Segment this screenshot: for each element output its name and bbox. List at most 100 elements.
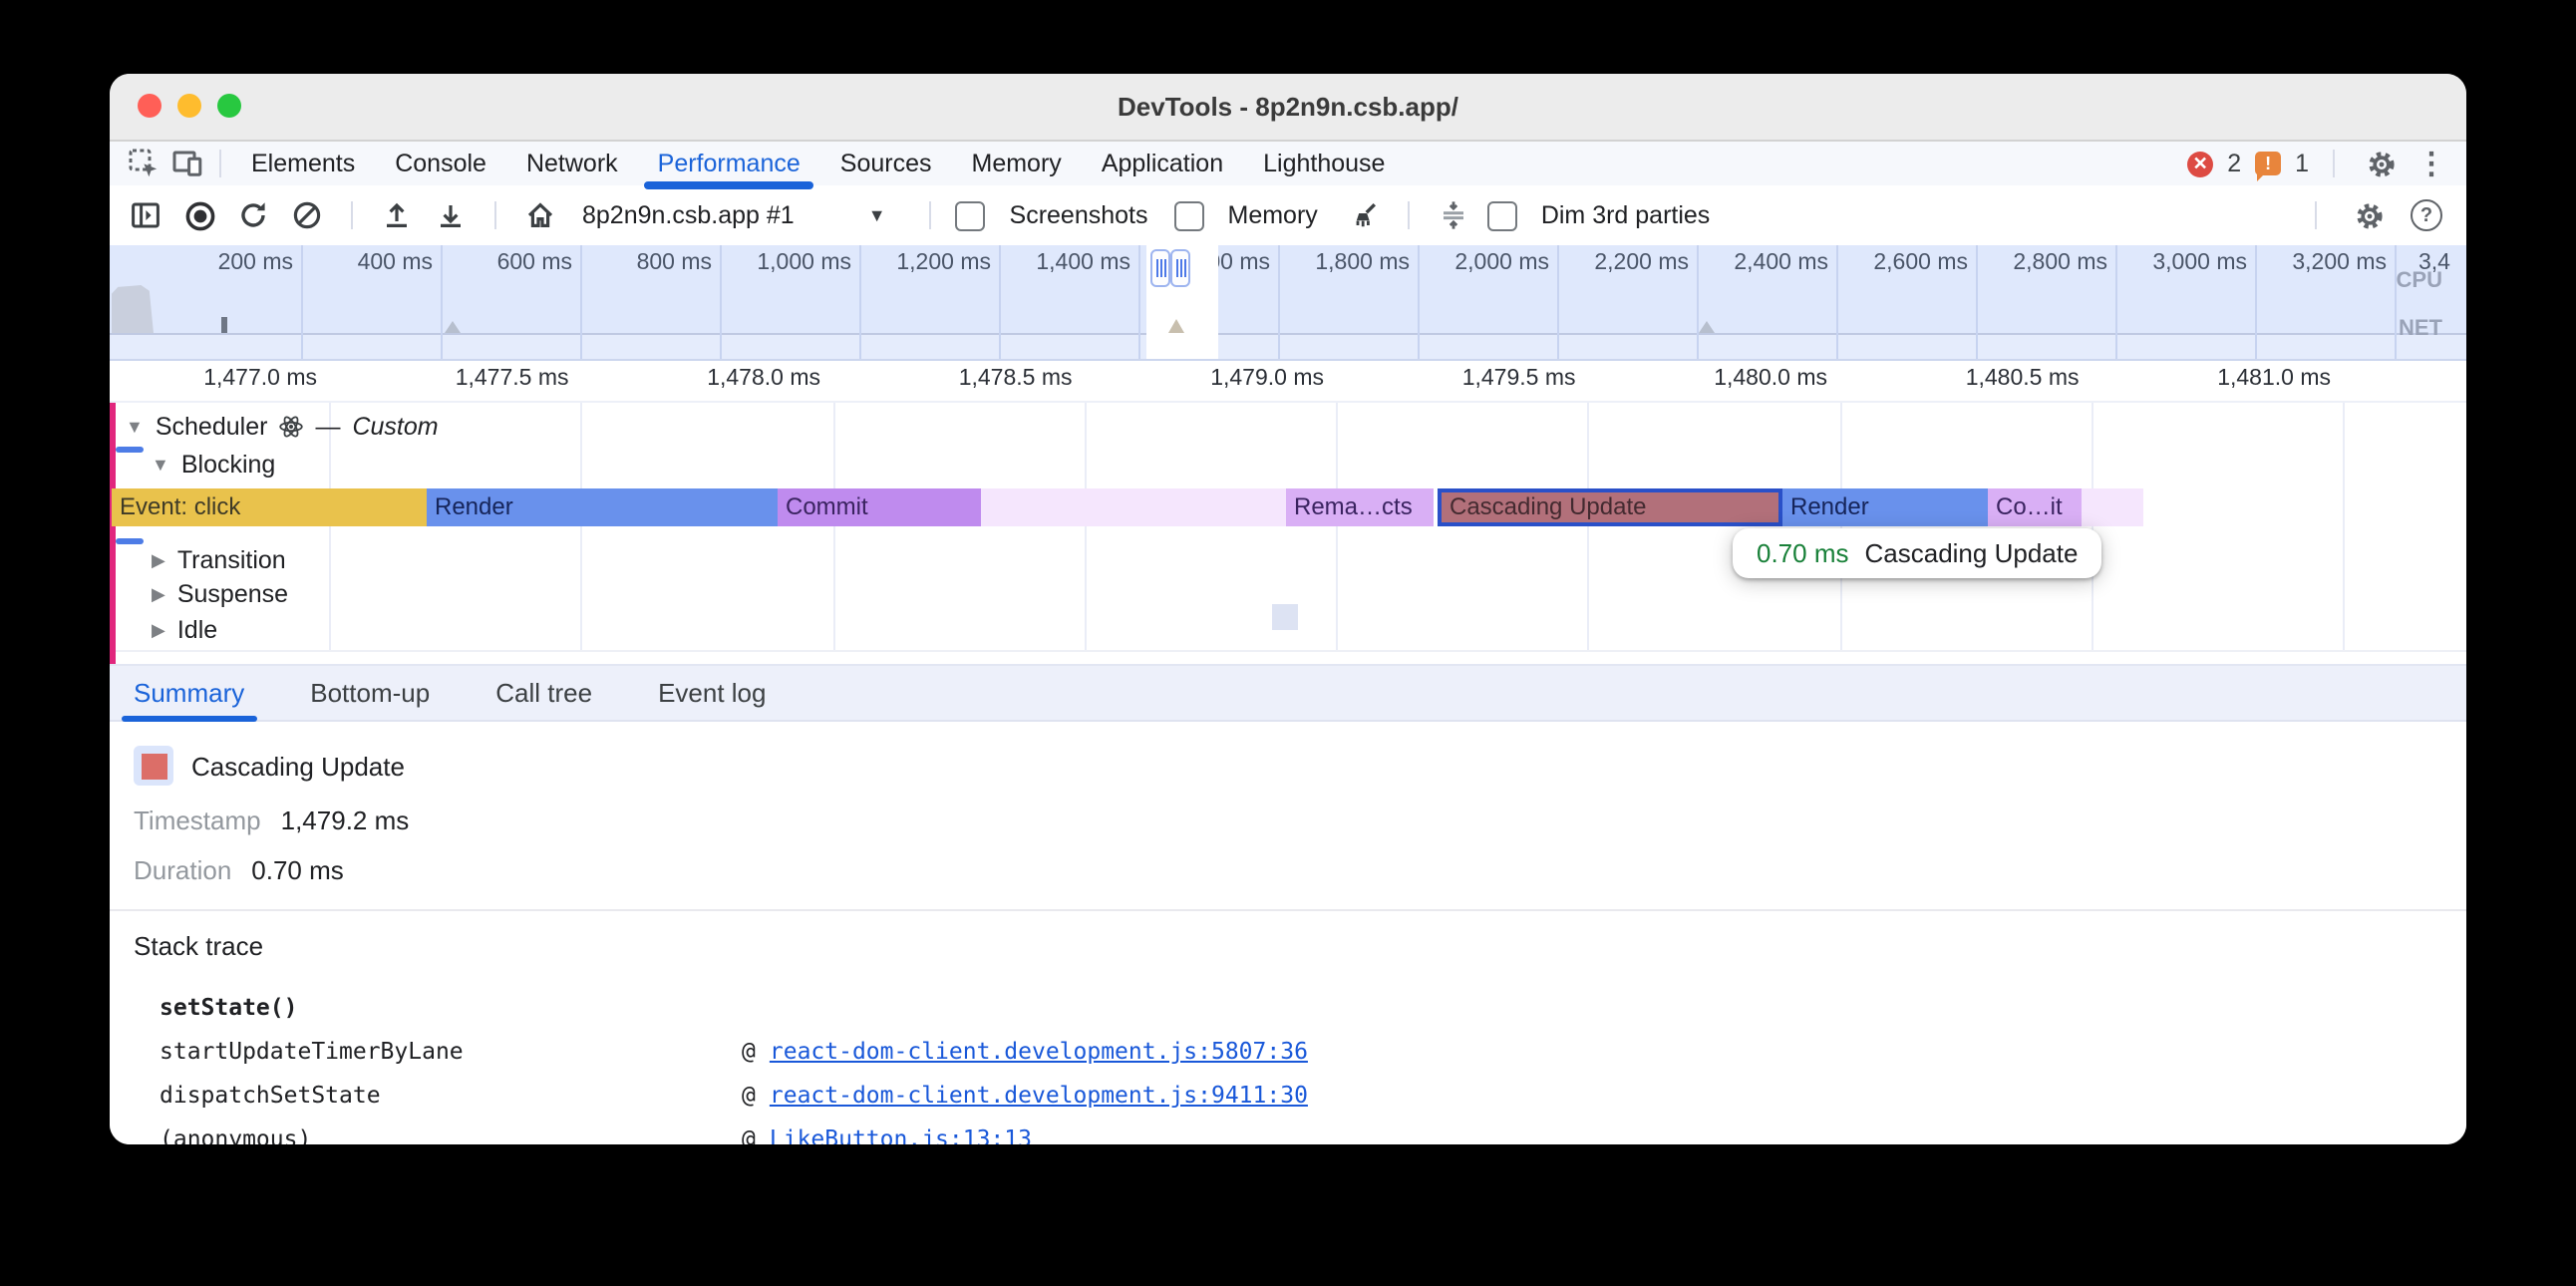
cpu-label: CPU: [2397, 269, 2442, 293]
tab-call-tree[interactable]: Call tree: [495, 678, 592, 708]
record-icon[interactable]: [179, 195, 219, 235]
inspect-element-icon[interactable]: [122, 144, 165, 183]
zoom-window-button[interactable]: [217, 94, 241, 118]
flame-bar-render[interactable]: Render: [1782, 488, 1988, 526]
stack-frame: (anonymous)@LikeButton.js:13:13: [160, 1117, 2442, 1144]
flame-bar-co-it[interactable]: Co…it: [1988, 488, 2082, 526]
detail-tick-label: 1,481.0 ms: [2171, 367, 2331, 391]
detail-tick-label: 1,477.5 ms: [410, 367, 569, 391]
tab-sources[interactable]: Sources: [820, 142, 952, 185]
tab-application[interactable]: Application: [1082, 142, 1243, 185]
tab-summary[interactable]: Summary: [134, 678, 244, 708]
flame-bar-event-click[interactable]: Event: click: [112, 488, 427, 526]
collect-garbage-icon[interactable]: [1344, 195, 1384, 235]
net-strip: [110, 335, 2466, 359]
screenshots-checkbox[interactable]: [956, 200, 986, 230]
tab-memory[interactable]: Memory: [952, 142, 1082, 185]
selection-left-handle[interactable]: [1150, 249, 1170, 287]
upload-profile-icon[interactable]: [377, 195, 417, 235]
reload-and-record-icon[interactable]: [233, 195, 273, 235]
collapse-triangle-icon[interactable]: ▼: [152, 455, 169, 475]
cpu-baseline: [110, 333, 2466, 335]
flame-bar-rema-cts[interactable]: Rema…cts: [1286, 488, 1434, 526]
detail-tick-label: 1,480.0 ms: [1668, 367, 1827, 391]
detail-tick-label: 1,478.5 ms: [913, 367, 1073, 391]
close-window-button[interactable]: [138, 94, 161, 118]
tab-lighthouse[interactable]: Lighthouse: [1243, 142, 1405, 185]
selection-right-handle[interactable]: [1170, 249, 1190, 287]
flame-bar-render[interactable]: Render: [427, 488, 778, 526]
toggle-sidebar-icon[interactable]: [126, 195, 165, 235]
overview-tick-label: 1,400 ms: [991, 250, 1130, 274]
memory-checkbox[interactable]: [1174, 200, 1204, 230]
frame-source-link[interactable]: LikeButton.js:13:13: [770, 1125, 1032, 1144]
flame-bar[interactable]: [2082, 488, 2143, 526]
track-idle-header[interactable]: ▶ Idle: [152, 616, 217, 644]
timeline-overview[interactable]: 200 ms400 ms600 ms800 ms1,000 ms1,200 ms…: [110, 245, 2466, 361]
summary-title: Cascading Update: [191, 751, 405, 781]
flame-bar[interactable]: [981, 488, 1286, 526]
track-gridline: [2092, 403, 2093, 650]
download-profile-icon[interactable]: [431, 195, 471, 235]
more-options-icon[interactable]: ⋮: [2416, 146, 2446, 181]
frame-function-name: setState(): [160, 993, 742, 1021]
screenshots-label: Screenshots: [1010, 201, 1148, 229]
chevron-down-icon[interactable]: ▼: [868, 205, 886, 225]
tooltip-duration: 0.70 ms: [1757, 538, 1849, 568]
overview-tick-label: 2,600 ms: [1828, 250, 1968, 274]
help-icon[interactable]: ?: [2411, 199, 2442, 231]
expand-triangle-icon[interactable]: ▶: [152, 619, 165, 641]
suspense-lane-label: Suspense: [177, 580, 288, 608]
tab-network[interactable]: Network: [506, 142, 638, 185]
minimize-window-button[interactable]: [177, 94, 201, 118]
collapse-tracks-icon[interactable]: [1434, 195, 1473, 235]
expand-triangle-icon[interactable]: ▶: [152, 583, 165, 605]
timestamp-label: Timestamp: [134, 805, 261, 835]
profile-select[interactable]: 8p2n9n.csb.app #1: [582, 201, 795, 229]
tab-elements[interactable]: Elements: [231, 142, 375, 185]
error-count: 2: [2227, 150, 2241, 177]
warning-icon[interactable]: !: [2255, 152, 2281, 175]
overview-tick-label: 1,200 ms: [851, 250, 991, 274]
duration-label: Duration: [134, 855, 231, 885]
track-accent-bar: [110, 403, 115, 664]
flame-chart[interactable]: ▼ Scheduler — Custom ▼: [110, 403, 2466, 664]
detail-tick-label: 1,480.5 ms: [1920, 367, 2080, 391]
overview-tick-label: 400 ms: [293, 250, 433, 274]
track-transition-header[interactable]: ▶ Transition: [152, 546, 286, 574]
tab-bottom-up[interactable]: Bottom-up: [310, 678, 430, 708]
stack-trace-section: Stack trace setState()startUpdateTimerBy…: [110, 909, 2466, 1144]
detail-time-ruler: 1,477.0 ms1,477.5 ms1,478.0 ms1,478.5 ms…: [110, 361, 2466, 403]
collapse-triangle-icon[interactable]: ▼: [126, 417, 144, 437]
panel-settings-gear-icon[interactable]: [2347, 195, 2391, 235]
tab-event-log[interactable]: Event log: [658, 678, 766, 708]
performance-toolbar: 8p2n9n.csb.app #1 ▼ Screenshots Memory: [110, 185, 2466, 245]
clear-icon[interactable]: [287, 195, 327, 235]
divider: [1408, 201, 1410, 229]
flame-bar-commit[interactable]: Commit: [778, 488, 981, 526]
track-gridline: [1839, 403, 1841, 650]
dim-3rd-parties-checkbox[interactable]: [1487, 200, 1517, 230]
frame-source-link[interactable]: react-dom-client.development.js:9411:30: [770, 1081, 1308, 1109]
detail-tick-label: 1,478.0 ms: [661, 367, 820, 391]
frame-source-link[interactable]: react-dom-client.development.js:5807:36: [770, 1037, 1308, 1065]
track-scheduler-header[interactable]: ▼ Scheduler — Custom: [126, 413, 439, 441]
tooltip-title: Cascading Update: [1865, 538, 2079, 568]
stack-trace-heading: Stack trace: [134, 931, 2442, 961]
device-toolbar-icon[interactable]: [165, 144, 209, 183]
tab-console[interactable]: Console: [375, 142, 506, 185]
home-icon[interactable]: [520, 195, 560, 235]
settings-gear-icon[interactable]: [2359, 144, 2403, 183]
track-blocking-header[interactable]: ▼ Blocking: [152, 451, 275, 479]
track-suspense-header[interactable]: ▶ Suspense: [152, 580, 288, 608]
react-atom-icon: [279, 415, 303, 439]
flame-bar-cascading-update[interactable]: Cascading Update: [1438, 488, 1782, 526]
net-label: NET: [2399, 317, 2442, 341]
expand-triangle-icon[interactable]: ▶: [152, 549, 165, 571]
divider: [351, 201, 353, 229]
frame-function-name: dispatchSetState: [160, 1081, 742, 1109]
divider: [494, 201, 496, 229]
error-icon[interactable]: ✕: [2187, 151, 2213, 176]
tab-performance[interactable]: Performance: [638, 142, 820, 185]
overview-tick-label: 1,000 ms: [712, 250, 851, 274]
